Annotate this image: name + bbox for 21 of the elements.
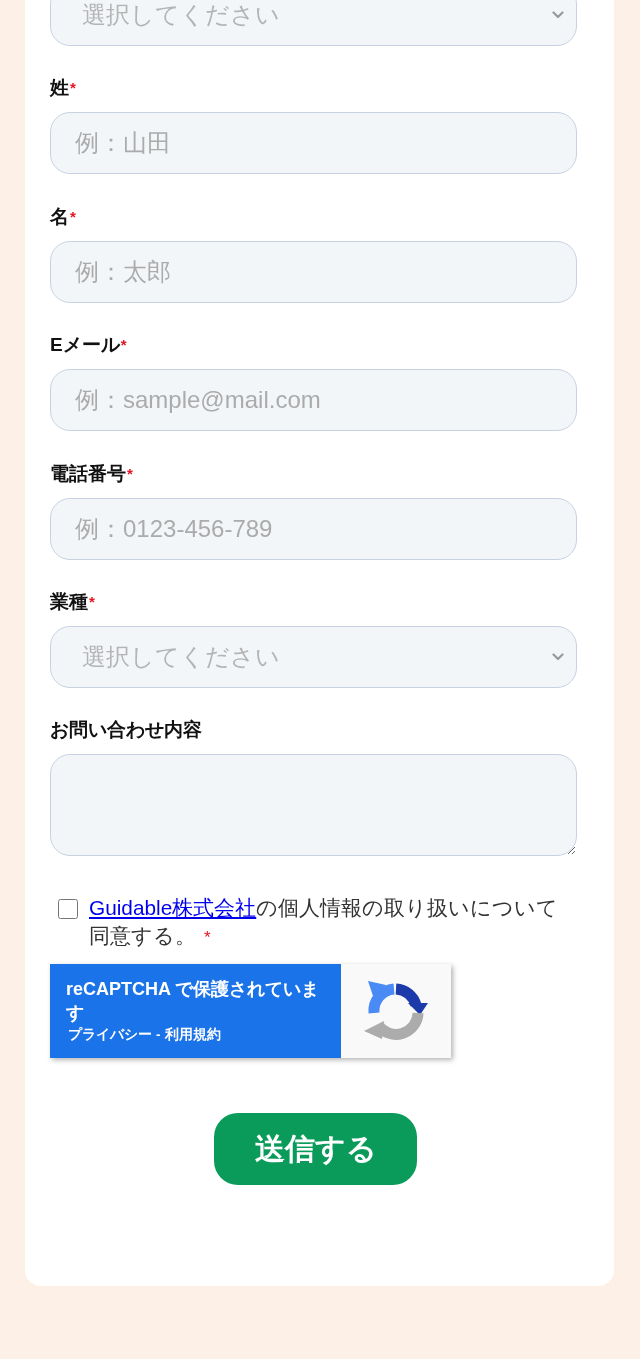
chevron-down-icon (552, 652, 564, 661)
field-label: 名* (50, 204, 77, 229)
text-input-field[interactable]: 例：太郎 (50, 240, 577, 303)
consent-checkbox[interactable] (58, 899, 78, 920)
company-link[interactable]: Guidable株式会社 (89, 896, 257, 920)
field-label: 電話番号* (50, 461, 134, 486)
separator-text: - (156, 1026, 161, 1045)
submit-button[interactable]: 送信する (214, 1113, 417, 1186)
captcha-link[interactable]: プライバシー (68, 1026, 152, 1045)
text-input-field[interactable]: 例：0123-456-789 (50, 497, 577, 560)
field-label: 姓* (50, 76, 77, 101)
text-input-field[interactable]: 例：sample@mail.com (50, 369, 577, 432)
text-input-field[interactable]: 例：山田 (50, 112, 577, 175)
field-label: お問い合わせ内容 (50, 718, 203, 743)
field-label: Eメール* (50, 333, 128, 358)
field-label: 業種* (50, 589, 96, 614)
captcha-link[interactable]: 利用規約 (164, 1026, 221, 1045)
textarea-field[interactable] (50, 754, 577, 857)
chevron-down-icon (552, 11, 564, 19)
captcha-title: reCAPTCHA で保護されています (66, 978, 321, 1026)
consent-text: Guidable株式会社の個人情報の取り扱いについて同意する。 * (89, 895, 560, 950)
